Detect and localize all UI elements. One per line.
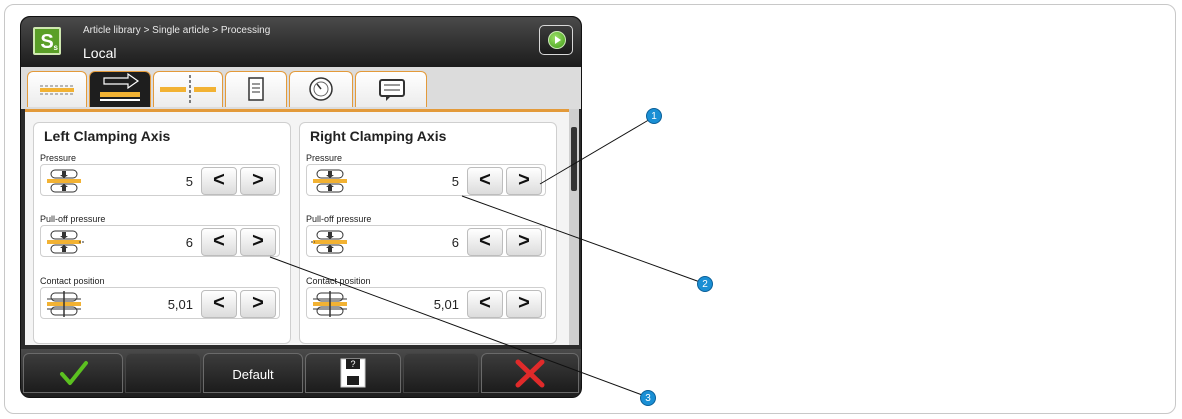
callout-1: 1 [646, 108, 662, 124]
callout-3: 3 [640, 390, 656, 406]
callout-2: 2 [697, 276, 713, 292]
callout-leader-lines [269, 117, 701, 397]
